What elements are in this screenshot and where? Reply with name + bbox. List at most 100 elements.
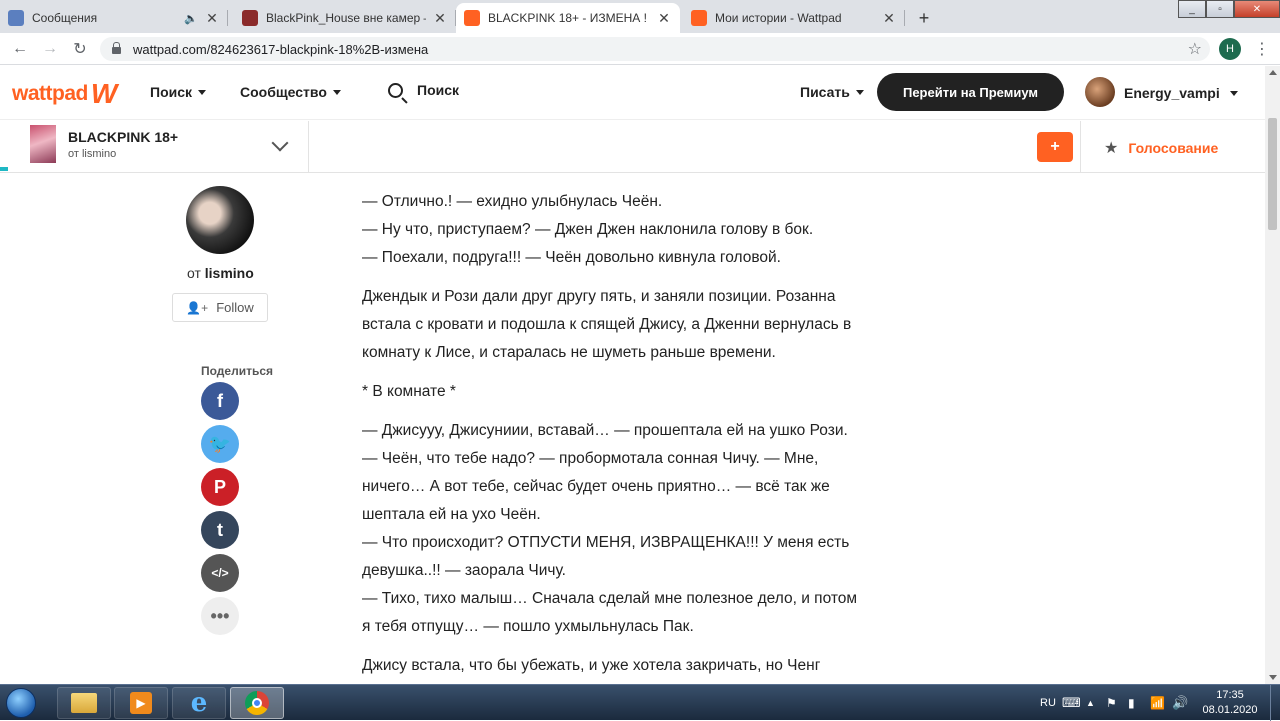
browser-tab[interactable]: Мои истории - Wattpad ✕: [683, 3, 905, 33]
close-tab-icon[interactable]: ✕: [432, 10, 448, 27]
story-line: — Джисууу, Джисуниии, вставай… — прошепт…: [362, 422, 848, 439]
browser-tab[interactable]: BLACKPINK 18+ - ИЗМЕНА ! - W ✕: [456, 3, 680, 33]
tab-audio-icon[interactable]: 🔈: [184, 12, 198, 25]
embed-share-icon[interactable]: </>: [201, 554, 239, 592]
back-icon[interactable]: ←: [10, 39, 30, 59]
start-button[interactable]: [6, 688, 36, 718]
vote-button[interactable]: ★ Голосование: [1104, 138, 1218, 158]
twitter-share-icon[interactable]: 🐦: [201, 425, 239, 463]
close-tab-icon[interactable]: ✕: [656, 10, 672, 27]
story-line: я тебя отпущу… — пошло ухмыльнулась Пак.: [362, 618, 694, 635]
divider: [1080, 121, 1081, 173]
search-icon: [388, 82, 403, 98]
tab-separator: [227, 10, 228, 26]
new-tab-button[interactable]: +: [912, 6, 936, 30]
browser-tab[interactable]: BlackPink_House вне камер — ф ✕: [234, 3, 456, 33]
volume-icon[interactable]: 🔊: [1172, 685, 1188, 721]
more-share-icon[interactable]: •••: [201, 597, 239, 635]
minimize-icon[interactable]: _: [1178, 0, 1206, 18]
story-line: Джендык и Рози дали друг другу пять, и з…: [362, 288, 836, 305]
search-box[interactable]: Поиск: [388, 82, 459, 98]
story-cover[interactable]: [30, 125, 56, 163]
author-name[interactable]: lismino: [205, 265, 254, 281]
story-line: — Чеён, что тебе надо? — пробормотала со…: [362, 450, 819, 467]
close-tab-icon[interactable]: ✕: [204, 10, 220, 27]
story-paragraph: Джендык и Рози дали друг другу пять, и з…: [362, 283, 872, 367]
follow-label: Follow: [216, 300, 254, 315]
user-menu[interactable]: Energy_vampi: [1124, 85, 1238, 101]
forward-icon[interactable]: →: [40, 39, 60, 59]
story-line: Джису встала, что бы убежать, и уже хоте…: [362, 657, 821, 674]
story-line: * В комнате *: [362, 383, 456, 400]
media-player-taskbar-icon[interactable]: ▶: [114, 687, 168, 719]
logo-w-icon: W: [90, 78, 118, 109]
tray-battery-icon[interactable]: ▮: [1128, 685, 1135, 721]
vote-label: Голосование: [1128, 140, 1219, 156]
scroll-down-icon[interactable]: [1269, 675, 1277, 680]
chrome-taskbar-icon[interactable]: [230, 687, 284, 719]
tray-flag-icon[interactable]: ⚑: [1106, 685, 1117, 721]
scroll-up-icon[interactable]: [1269, 70, 1277, 75]
premium-button[interactable]: Перейти на Премиум: [877, 73, 1064, 111]
network-signal-icon[interactable]: 📶: [1150, 685, 1165, 721]
close-window-icon[interactable]: ✕: [1234, 0, 1280, 18]
story-line: — Ну что, приступаем? — Джен Джен наклон…: [362, 221, 814, 238]
user-avatar[interactable]: [1085, 77, 1115, 107]
page-scrollbar[interactable]: [1265, 66, 1280, 684]
nav-community-label: Сообщество: [240, 84, 327, 100]
tab-favicon-icon: [8, 10, 24, 26]
internet-explorer-taskbar-icon[interactable]: e: [172, 687, 226, 719]
chevron-down-icon: [855, 89, 864, 95]
reload-icon[interactable]: ↻: [70, 39, 90, 59]
story-paragraph: — Отлично.! — ехидно улыбнулась Чеён. — Н…: [362, 188, 872, 272]
pinterest-share-icon[interactable]: P: [201, 468, 239, 506]
nav-search-dropdown[interactable]: Поиск: [150, 84, 207, 100]
tray-expand-icon[interactable]: ▲: [1086, 685, 1095, 721]
nav-search-label: Поиск: [150, 84, 193, 100]
story-line: комнату к Лисе, и старалась не шуметь ра…: [362, 344, 776, 361]
follow-button[interactable]: 👤+ Follow: [172, 293, 268, 322]
tab-title: BLACKPINK 18+ - ИЗМЕНА ! - W: [488, 11, 650, 25]
explorer-taskbar-icon[interactable]: [57, 687, 111, 719]
story-line: встала с кровати и подошла к спящей Джис…: [362, 316, 852, 333]
address-bar[interactable]: wattpad.com/824623617-blackpink-18%2B-из…: [100, 37, 1210, 61]
browser-tab[interactable]: Сообщения 🔈 ✕: [0, 3, 228, 33]
site-header: wattpad W Поиск Сообщество Поиск Писать …: [0, 66, 1265, 120]
browser-menu-icon[interactable]: ⋮: [1254, 39, 1270, 59]
scroll-thumb[interactable]: [1268, 118, 1277, 230]
tab-favicon-icon: [242, 10, 258, 26]
story-line: девушка..!! — заорала Чичу.: [362, 562, 566, 579]
logo-text: wattpad: [12, 82, 88, 105]
author-avatar[interactable]: [186, 186, 254, 254]
bookmark-star-icon[interactable]: ☆: [1188, 39, 1202, 59]
story-paragraph: Джису встала, что бы убежать, и уже хоте…: [362, 652, 872, 680]
facebook-share-icon[interactable]: f: [201, 382, 239, 420]
story-text: — Отлично.! — ехидно улыбнулась Чеён. — Н…: [362, 188, 872, 691]
system-clock[interactable]: 17:35 08.01.2020: [1198, 688, 1262, 718]
keyboard-icon[interactable]: ⌨: [1062, 685, 1081, 721]
clock-date: 08.01.2020: [1202, 704, 1258, 716]
language-indicator[interactable]: RU: [1040, 685, 1056, 721]
clock-time: 17:35: [1216, 689, 1244, 701]
author-byline: от lismino: [187, 265, 254, 281]
story-title[interactable]: BLACKPINK 18+: [68, 129, 178, 145]
add-to-list-button[interactable]: +: [1037, 132, 1073, 162]
story-line: — Тихо, тихо малыш… Сначала сделай мне п…: [362, 590, 858, 607]
windows-taskbar: ▶ e RU ⌨ ▲ ⚑ ▮ 📶 🔊 17:35 08.01.2020: [0, 684, 1280, 721]
star-icon: ★: [1104, 140, 1119, 157]
chevron-down-icon: [332, 89, 341, 95]
reading-progress-bar: [0, 167, 8, 171]
close-tab-icon[interactable]: ✕: [881, 10, 897, 27]
write-dropdown[interactable]: Писать: [800, 84, 864, 100]
maximize-icon[interactable]: ▫: [1206, 0, 1234, 18]
browser-profile-avatar[interactable]: Н: [1219, 38, 1241, 60]
language-label: RU: [1040, 697, 1056, 709]
story-author: от lismino: [68, 148, 117, 160]
chevron-down-icon[interactable]: [271, 134, 289, 152]
story-line: — Поехали, подруга!!! — Чеён довольно ки…: [362, 249, 781, 266]
tumblr-share-icon[interactable]: t: [201, 511, 239, 549]
search-placeholder: Поиск: [417, 82, 460, 98]
wattpad-logo[interactable]: wattpad W: [12, 80, 117, 108]
show-desktop-button[interactable]: [1270, 685, 1280, 721]
nav-community-dropdown[interactable]: Сообщество: [240, 84, 341, 100]
